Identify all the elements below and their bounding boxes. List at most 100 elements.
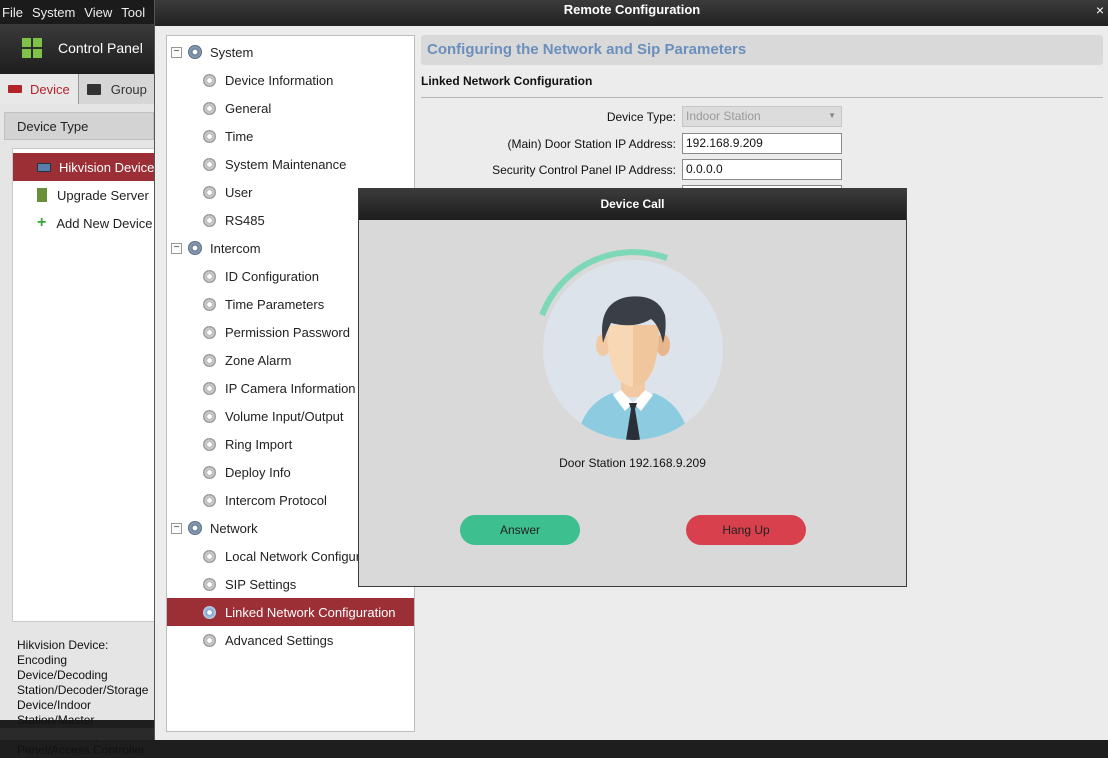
gear-icon	[203, 157, 216, 171]
tab-group-label: Group	[110, 81, 147, 97]
gear-icon	[203, 101, 216, 115]
collapse-icon[interactable]: −	[171, 46, 182, 58]
device-type-panel: Device Type Hikvision Device Upgrade Ser…	[0, 104, 160, 757]
tree-item-label: ID Configuration	[225, 268, 319, 284]
gear-icon	[203, 605, 216, 619]
gear-icon	[203, 129, 216, 143]
tree-group-label: Intercom	[210, 240, 261, 256]
tree-item-label: Intercom Protocol	[225, 492, 327, 508]
gear-icon	[203, 409, 216, 423]
gear-icon	[203, 325, 216, 339]
group-gear-icon	[188, 521, 202, 535]
tree-item-label: General	[225, 100, 272, 116]
collapse-icon[interactable]: −	[171, 522, 182, 534]
device-group-tabs: Device Group	[0, 74, 160, 104]
device-type-list: Hikvision Device Upgrade Server + Add Ne…	[12, 148, 160, 622]
device-type-select[interactable]: Indoor Station ▼	[682, 106, 842, 127]
tree-item-linked-network-configuration[interactable]: Linked Network Configuration	[167, 598, 414, 626]
tree-group-label: System	[210, 44, 254, 60]
device-type-value: Indoor Station	[686, 109, 761, 123]
tree-item-label: RS485	[225, 212, 265, 228]
group-gear-icon	[188, 45, 202, 59]
device-call-dialog: Device Call Door Station 192.168.9.209 A…	[358, 188, 907, 587]
tree-item-label: Time Parameters	[225, 296, 325, 312]
security-panel-ip-field[interactable]: 0.0.0.0	[682, 159, 842, 180]
device-type-upgrade-server[interactable]: Upgrade Server	[13, 181, 159, 209]
device-icon	[8, 85, 22, 93]
gear-icon	[203, 549, 216, 563]
tree-item-label: Volume Input/Output	[225, 408, 344, 424]
device-type-hikvision[interactable]: Hikvision Device	[13, 153, 159, 181]
page-title: Configuring the Network and Sip Paramete…	[421, 35, 1103, 65]
caller-avatar-icon	[539, 249, 723, 440]
tree-item-time[interactable]: Time	[167, 122, 414, 150]
section-divider	[421, 97, 1103, 98]
device-type-label: Device Type:	[606, 110, 676, 124]
gear-icon	[203, 73, 216, 87]
control-panel-button[interactable]: Control Panel	[0, 24, 160, 72]
tab-device[interactable]: Device	[0, 74, 79, 104]
gear-icon	[203, 493, 216, 507]
tree-item-general[interactable]: General	[167, 94, 414, 122]
folder-icon	[86, 83, 101, 95]
tree-group-system[interactable]: − System	[167, 38, 414, 66]
collapse-icon[interactable]: −	[171, 242, 182, 254]
plus-icon: +	[37, 214, 47, 231]
gear-icon	[203, 381, 216, 395]
dialog-title: Device Call	[359, 189, 906, 220]
tree-item-advanced-settings[interactable]: Advanced Settings	[167, 626, 414, 654]
device-type-label: Hikvision Device	[59, 159, 155, 175]
hikvision-device-icon	[37, 162, 51, 172]
gear-icon	[203, 437, 216, 451]
gear-icon	[203, 633, 216, 647]
tree-item-label: SIP Settings	[225, 576, 297, 592]
gear-icon	[203, 185, 216, 199]
tree-item-label: Ring Import	[225, 436, 293, 452]
tree-item-system-maintenance[interactable]: System Maintenance	[167, 150, 414, 178]
tab-group[interactable]: Group	[78, 74, 160, 104]
gear-icon	[203, 465, 216, 479]
control-panel-label: Control Panel	[58, 40, 143, 56]
gear-icon	[203, 269, 216, 283]
gear-icon	[203, 577, 216, 591]
tree-group-label: Network	[210, 520, 258, 536]
tree-item-label: System Maintenance	[225, 156, 347, 172]
door-station-ip-field[interactable]: 192.168.9.209	[682, 133, 842, 154]
tree-item-label: Deploy Info	[225, 464, 291, 480]
tree-item-label: Time	[225, 128, 254, 144]
answer-button[interactable]: Answer	[460, 515, 580, 545]
tree-item-label: Zone Alarm	[225, 352, 292, 368]
device-type-label: Add New Device Type	[56, 215, 159, 231]
tree-item-label: IP Camera Information	[225, 380, 356, 396]
menu-system[interactable]: System	[30, 5, 82, 20]
door-station-ip-label: (Main) Door Station IP Address:	[507, 137, 676, 151]
control-panel-icon	[22, 38, 42, 58]
tab-device-label: Device	[30, 81, 70, 97]
security-panel-ip-label: Security Control Panel IP Address:	[492, 163, 676, 177]
tree-item-device-information[interactable]: Device Information	[167, 66, 414, 94]
status-bar	[0, 728, 160, 740]
gear-icon	[203, 353, 216, 367]
upgrade-server-icon	[37, 188, 47, 202]
gear-icon	[203, 297, 216, 311]
device-type-label: Upgrade Server	[57, 187, 149, 203]
menu-file[interactable]: File	[0, 5, 30, 20]
section-title: Linked Network Configuration	[421, 74, 593, 88]
device-type-add-new[interactable]: + Add New Device Type	[13, 209, 159, 237]
tree-item-label: Advanced Settings	[225, 632, 334, 648]
group-gear-icon	[188, 241, 202, 255]
hang-up-button[interactable]: Hang Up	[686, 515, 806, 545]
menu-bar: File System View Tool	[0, 0, 160, 24]
close-icon[interactable]: ×	[1091, 0, 1108, 20]
tree-item-label: Device Information	[225, 72, 334, 88]
menu-tool[interactable]: Tool	[119, 5, 152, 20]
menu-view[interactable]: View	[82, 5, 119, 20]
chevron-down-icon: ▼	[828, 111, 836, 120]
device-type-header: Device Type	[4, 112, 154, 140]
window-title: Remote Configuration	[155, 0, 1108, 26]
tree-item-label: Linked Network Configuration	[225, 604, 396, 620]
tree-item-label: Permission Password	[225, 324, 350, 340]
caller-info: Door Station 192.168.9.209	[559, 456, 706, 470]
tree-item-label: User	[225, 184, 253, 200]
device-type-description: Hikvision Device: Encoding Device/Decodi…	[17, 638, 149, 757]
